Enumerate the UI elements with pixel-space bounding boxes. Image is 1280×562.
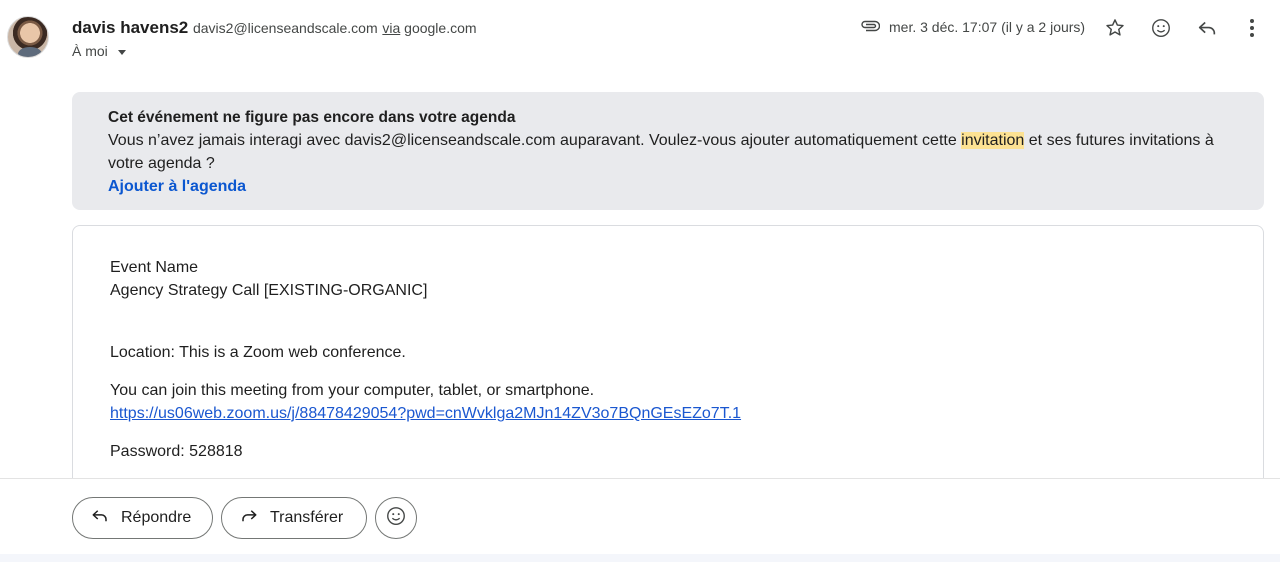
sender-name[interactable]: davis havens2 (72, 18, 188, 37)
forward-icon (240, 508, 258, 529)
reply-button[interactable]: Répondre (72, 497, 213, 539)
message-meta: mer. 3 déc. 17:07 (il y a 2 jours) (860, 19, 1085, 35)
via-link[interactable]: via (382, 20, 400, 36)
banner-text-before: Vous n’avez jamais interagi avec davis2@… (108, 132, 962, 149)
calendar-banner: Cet événement ne figure pas encore dans … (72, 92, 1264, 210)
paperclip-icon (860, 19, 881, 35)
forward-button[interactable]: Transférer (221, 497, 367, 539)
event-name-value: Agency Strategy Call [EXISTING-ORGANIC] (110, 282, 428, 299)
via-domain: google.com (404, 20, 477, 36)
banner-text: Vous n’avez jamais interagi avec davis2@… (108, 129, 1228, 175)
footer-strip (0, 554, 1280, 562)
banner-highlight: invitation (961, 132, 1025, 149)
star-icon[interactable] (1101, 14, 1129, 42)
emoji-icon (385, 505, 407, 532)
sender-email: davis2@licenseandscale.com (192, 20, 378, 36)
location-text: Location: This is a Zoom web conference. (110, 344, 406, 361)
zoom-link[interactable]: https://us06web.zoom.us/j/88478429054?pw… (110, 405, 741, 422)
password-text: Password: 528818 (110, 443, 243, 460)
recipients-toggle[interactable]: À moi (72, 43, 126, 59)
forward-label: Transférer (270, 509, 344, 526)
reply-icon[interactable] (1193, 14, 1221, 42)
sender-avatar[interactable] (7, 16, 49, 58)
message-date: mer. 3 déc. 17:07 (il y a 2 jours) (889, 19, 1086, 35)
emoji-react-button[interactable] (375, 497, 417, 539)
join-text: You can join this meeting from your comp… (110, 382, 595, 399)
via-info: via google.com (382, 20, 476, 36)
reply-icon (91, 508, 109, 529)
chevron-down-icon (117, 49, 126, 55)
add-to-calendar-link[interactable]: Ajouter à l'agenda (108, 175, 1228, 198)
reply-label: Répondre (121, 509, 192, 526)
recipients-label: À moi (72, 43, 108, 59)
event-name-label: Event Name (110, 259, 199, 276)
sender-line: davis havens2 davis2@licenseandscale.com… (72, 18, 477, 38)
more-vert-icon[interactable] (1238, 14, 1266, 42)
banner-title: Cet événement ne figure pas encore dans … (108, 109, 516, 126)
emoji-reaction-icon[interactable] (1147, 14, 1175, 42)
